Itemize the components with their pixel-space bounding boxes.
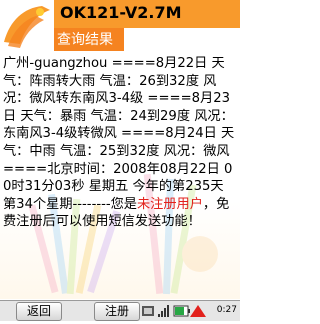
weather-info: 广州-guangzhou ====8月22日 天气：阵雨转大雨 气温：26到32…	[3, 56, 235, 212]
signal-strength-icon	[158, 305, 169, 317]
register-button[interactable]: 注册	[94, 302, 140, 321]
app-logo-icon	[0, 0, 54, 53]
status-time: 0:27	[216, 305, 237, 315]
page-subtitle: 查询结果	[57, 32, 113, 48]
app-header: OK121-V2.7M 查询结果	[0, 0, 240, 53]
weather-result-text: 广州-guangzhou ====8月22日 天气：阵雨转大雨 气温：26到32…	[0, 54, 240, 231]
battery-icon	[173, 305, 190, 317]
unregistered-notice: 未注册用户	[136, 196, 203, 212]
status-area: 0:27	[140, 302, 240, 320]
result-content[interactable]: 广州-guangzhou ====8月22日 天气：阵雨转大雨 气温：26到32…	[0, 54, 240, 299]
softkey-bar: 返回 注册 0:27	[0, 300, 240, 321]
warning-icon	[190, 305, 206, 317]
notice-prefix: 您是	[110, 196, 137, 212]
connection-icon	[142, 306, 154, 316]
app-title: OK121-V2.7M	[60, 3, 182, 22]
back-button[interactable]: 返回	[16, 302, 62, 321]
